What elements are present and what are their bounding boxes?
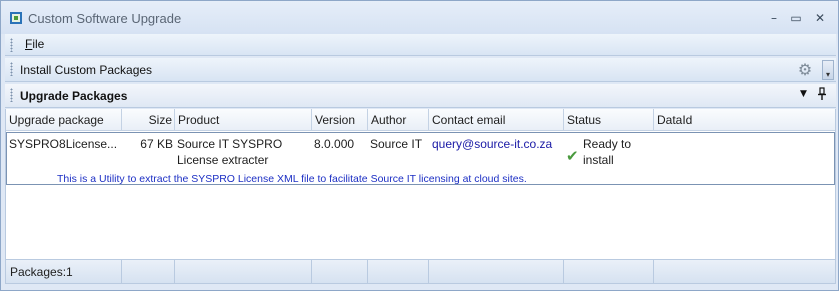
pin-icon[interactable] xyxy=(817,87,827,104)
col-status[interactable]: Status xyxy=(564,109,654,131)
footer-cell xyxy=(122,260,175,283)
maximize-button[interactable]: ▭ xyxy=(787,9,805,27)
cell-product-line1: Source IT SYSPRO xyxy=(177,137,283,151)
cell-product: Source IT SYSPRO License extracter xyxy=(177,136,282,168)
toolbar-grip-icon[interactable] xyxy=(10,62,13,76)
footer-cell xyxy=(368,260,429,283)
col-contact-email[interactable]: Contact email xyxy=(429,109,564,131)
minimize-button[interactable]: – xyxy=(765,9,783,27)
footer-cell xyxy=(175,260,312,283)
table-row[interactable]: SYSPRO8License... 67 KB Source IT SYSPRO… xyxy=(6,132,835,185)
title-bar: Custom Software Upgrade – ▭ ✕ xyxy=(1,1,838,34)
row-description: This is a Utility to extract the SYSPRO … xyxy=(57,173,527,185)
close-button[interactable]: ✕ xyxy=(811,9,829,27)
col-upgrade-package[interactable]: Upgrade package xyxy=(6,109,122,131)
panel-header: Upgrade Packages ▼ xyxy=(5,84,836,108)
app-icon xyxy=(10,12,22,24)
menu-file[interactable]: File xyxy=(25,37,44,51)
cell-author: Source IT xyxy=(370,137,423,151)
cell-status-line2: install xyxy=(583,153,614,167)
settings-gear-icon[interactable]: ⚙ xyxy=(795,60,815,80)
cell-version: 8.0.000 xyxy=(314,137,355,151)
cell-status-line1: Ready to xyxy=(583,137,632,151)
status-footer: Packages:1 xyxy=(5,259,836,284)
col-size[interactable]: Size xyxy=(122,109,175,131)
cell-email-link[interactable]: query@source-it.co.za xyxy=(432,136,552,152)
toolbar-overflow-button[interactable]: ▾ xyxy=(822,60,834,80)
col-version[interactable]: Version xyxy=(312,109,368,131)
cell-size: 67 KB xyxy=(140,137,173,151)
panel-dropdown-icon[interactable]: ▼ xyxy=(800,89,807,99)
col-product[interactable]: Product xyxy=(175,109,312,131)
pin-icon-svg xyxy=(818,87,826,100)
footer-cell xyxy=(6,260,122,283)
toolbar-grip-icon[interactable] xyxy=(10,38,13,52)
menu-bar: File xyxy=(5,34,836,56)
footer-cell xyxy=(564,260,654,283)
panel-title: Upgrade Packages xyxy=(20,89,128,103)
ready-check-icon: ✔ xyxy=(566,147,579,165)
grid-header: Upgrade package Size Product Version Aut… xyxy=(6,109,835,131)
cell-package: SYSPRO8License... xyxy=(9,137,118,151)
main-window: Custom Software Upgrade – ▭ ✕ File Insta… xyxy=(0,0,839,291)
install-custom-packages-button[interactable]: Install Custom Packages xyxy=(20,63,152,77)
packages-grid: Upgrade package Size Product Version Aut… xyxy=(5,109,836,259)
cell-product-line2: License extracter xyxy=(177,153,269,167)
footer-cell xyxy=(429,260,564,283)
window-title: Custom Software Upgrade xyxy=(28,11,182,26)
footer-cell xyxy=(312,260,368,283)
cell-status: Ready to install xyxy=(583,136,631,168)
panel-grip-icon[interactable] xyxy=(10,88,13,102)
install-toolbar: Install Custom Packages ⚙ ▾ xyxy=(5,58,836,82)
col-author[interactable]: Author xyxy=(368,109,429,131)
col-dataid[interactable]: DataId xyxy=(654,109,835,131)
menu-file-label: ile xyxy=(32,37,45,51)
